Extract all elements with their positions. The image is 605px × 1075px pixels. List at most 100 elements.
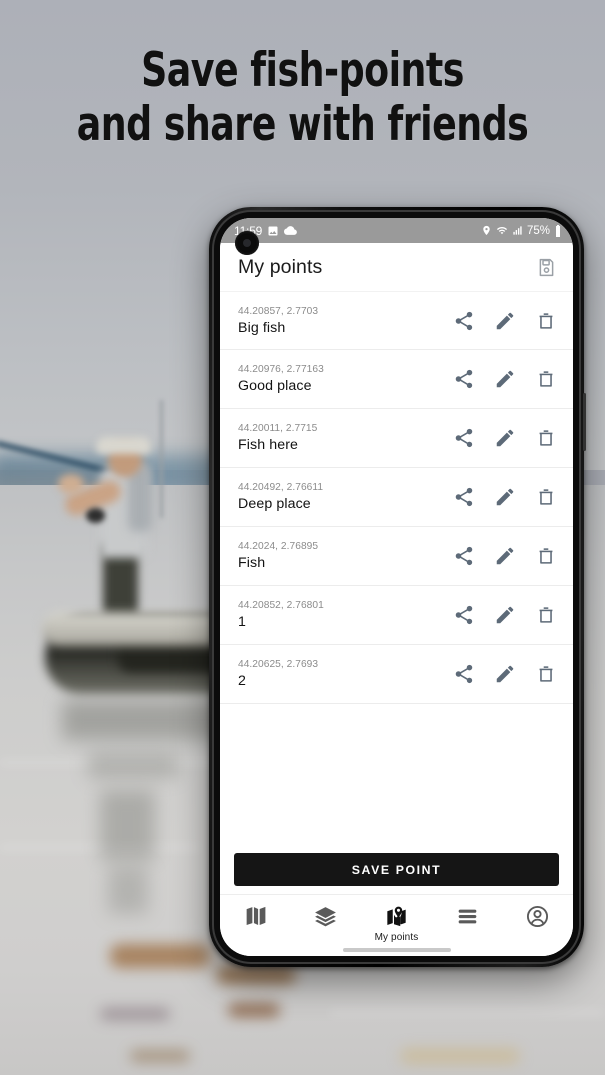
- nav-item-map-pin[interactable]: My points: [365, 904, 427, 943]
- pencil-icon[interactable]: [494, 368, 516, 390]
- row-actions: [453, 604, 559, 626]
- image-icon: [268, 226, 278, 235]
- share-icon[interactable]: [453, 486, 475, 508]
- share-icon[interactable]: [453, 310, 475, 332]
- phone-power-button: [583, 393, 586, 451]
- point-info: 44.2024, 2.76895 Fish: [238, 541, 453, 571]
- save-point-area: SAVE POINT: [220, 853, 573, 886]
- table-row[interactable]: 44.20625, 2.7693 2: [220, 645, 573, 704]
- warm-reflection: [130, 1050, 190, 1062]
- boat-reflection: [88, 752, 178, 778]
- water-streak: [330, 1010, 605, 1015]
- pencil-icon[interactable]: [494, 310, 516, 332]
- warm-reflection: [110, 944, 210, 968]
- point-name: Deep place: [238, 496, 311, 512]
- point-name: 2: [238, 673, 246, 689]
- fisherman-reflection: [100, 790, 155, 860]
- nav-item-list-menu[interactable]: [436, 904, 498, 929]
- point-coordinates: 44.2024, 2.76895: [238, 541, 319, 552]
- pencil-icon[interactable]: [494, 486, 516, 508]
- table-row[interactable]: 44.20011, 2.7715 Fish here: [220, 409, 573, 468]
- row-actions: [453, 310, 559, 332]
- row-actions: [453, 663, 559, 685]
- trash-icon[interactable]: [535, 486, 557, 508]
- nav-item-map[interactable]: [224, 904, 286, 929]
- headline-line-1: Save fish-points: [141, 43, 464, 98]
- table-row[interactable]: 44.20976, 2.77163 Good place: [220, 350, 573, 409]
- fishing-reel: [86, 508, 105, 523]
- nav-item-account[interactable]: [507, 904, 569, 929]
- point-coordinates: 44.20492, 2.76611: [238, 482, 324, 493]
- row-actions: [453, 486, 559, 508]
- promo-headline: Save fish-points and share with friends: [42, 44, 562, 152]
- row-actions: [453, 368, 559, 390]
- account-icon: [527, 905, 549, 928]
- wifi-icon: [496, 227, 508, 235]
- nav-item-layers[interactable]: [295, 904, 357, 929]
- bottom-navigation: My points: [220, 894, 573, 956]
- share-icon[interactable]: [453, 604, 475, 626]
- trash-icon[interactable]: [535, 663, 557, 685]
- signal-bars-icon: [513, 226, 522, 235]
- point-coordinates: 44.20976, 2.77163: [238, 364, 324, 375]
- table-row[interactable]: 44.20852, 2.76801 1: [220, 586, 573, 645]
- pencil-icon[interactable]: [494, 663, 516, 685]
- warm-reflection: [228, 1003, 280, 1017]
- save-point-button[interactable]: SAVE POINT: [234, 853, 559, 886]
- phone-screen: 11:59 75%: [220, 218, 573, 956]
- pencil-icon[interactable]: [494, 604, 516, 626]
- trash-icon[interactable]: [535, 427, 557, 449]
- battery-percent-label: 75%: [526, 224, 550, 237]
- app-header: My points: [220, 243, 573, 291]
- phone-mockup: 11:59 75%: [209, 207, 586, 967]
- floppy-disk-icon[interactable]: [536, 257, 557, 278]
- share-icon[interactable]: [453, 663, 475, 685]
- cloud-icon: [284, 226, 298, 235]
- pencil-icon[interactable]: [494, 427, 516, 449]
- gesture-bar[interactable]: [342, 948, 451, 952]
- point-coordinates: 44.20857, 2.7703: [238, 305, 319, 317]
- point-info: 44.20852, 2.76801 1: [238, 600, 453, 630]
- points-list: 44.20857, 2.7703 Big fish 44.20976, 2.7716…: [220, 291, 573, 704]
- point-coordinates: 44.20852, 2.76801: [238, 600, 324, 611]
- boat-pontoon: [42, 612, 237, 646]
- row-actions: [453, 427, 559, 449]
- fisherman-reflection: [108, 866, 148, 914]
- table-row[interactable]: 44.20857, 2.7703 Big fish: [220, 291, 573, 350]
- table-row[interactable]: 44.2024, 2.76895 Fish: [220, 527, 573, 586]
- trash-icon[interactable]: [535, 368, 557, 390]
- status-bar: 11:59 75%: [220, 218, 573, 243]
- warm-reflection: [216, 966, 296, 984]
- trash-icon[interactable]: [535, 545, 557, 567]
- point-name: Big fish: [238, 319, 286, 336]
- map-pin-icon: [387, 906, 406, 927]
- point-info: 44.20492, 2.76611 Deep place: [238, 482, 453, 512]
- battery-icon: [556, 224, 560, 237]
- warm-reflection: [100, 1008, 170, 1020]
- point-info: 44.20011, 2.7715 Fish here: [238, 423, 453, 453]
- trash-icon[interactable]: [535, 310, 557, 332]
- share-icon[interactable]: [453, 368, 475, 390]
- map-icon: [246, 906, 266, 926]
- nav-item-label: My points: [374, 932, 419, 943]
- boat-reflection: [62, 700, 232, 740]
- point-name: Fish here: [238, 437, 299, 453]
- layers-icon: [315, 907, 337, 927]
- list-menu-icon: [458, 909, 476, 924]
- point-coordinates: 44.20011, 2.7715: [238, 423, 318, 434]
- warm-reflection: [400, 1048, 520, 1064]
- point-name: Fish: [238, 555, 266, 571]
- row-actions: [453, 545, 559, 567]
- fisherman-hand: [58, 474, 84, 494]
- share-icon[interactable]: [453, 427, 475, 449]
- point-name: 1: [238, 614, 246, 630]
- trash-icon[interactable]: [535, 604, 557, 626]
- share-icon[interactable]: [453, 545, 475, 567]
- table-row[interactable]: 44.20492, 2.76611 Deep place: [220, 468, 573, 527]
- page-title: My points: [238, 255, 323, 278]
- headline-line-2: and share with friends: [76, 97, 529, 152]
- pencil-icon[interactable]: [494, 545, 516, 567]
- fisherman-cap: [96, 437, 151, 454]
- boat-mast: [160, 400, 163, 518]
- point-coordinates: 44.20625, 2.7693: [238, 659, 319, 670]
